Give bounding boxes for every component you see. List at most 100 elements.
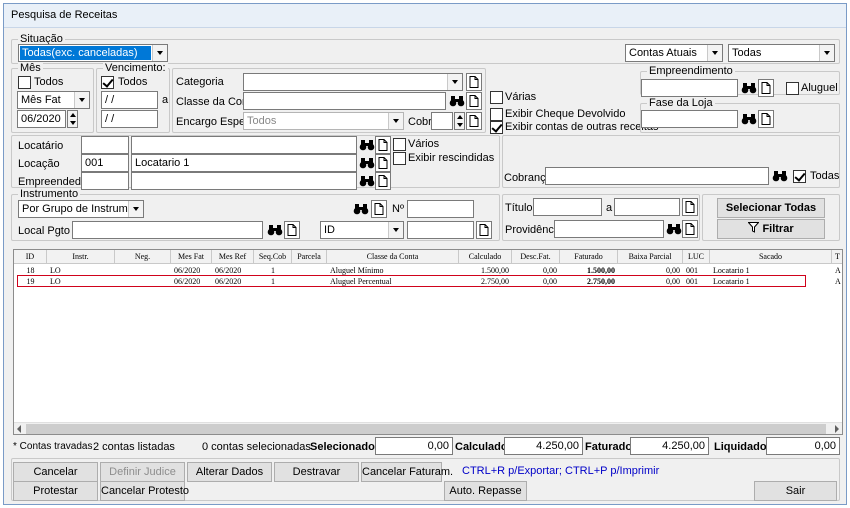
definir-judice-button[interactable]: Definir Judice	[100, 462, 185, 482]
id-select[interactable]: ID	[320, 221, 404, 239]
grid-header-cell[interactable]: Baixa Parcial	[618, 250, 683, 264]
mes-spinner[interactable]	[67, 110, 78, 128]
scroll-left-icon[interactable]	[17, 425, 21, 433]
binoculars-icon[interactable]	[266, 222, 284, 238]
outras-receitas-checkbox[interactable]	[490, 121, 503, 134]
empreendedor-new-button[interactable]	[375, 172, 391, 190]
vencimento-de-input[interactable]: / /	[101, 91, 158, 109]
grid-header-cell[interactable]: T	[832, 250, 842, 264]
fase-loja-input[interactable]	[641, 110, 738, 128]
grid-header-cell[interactable]: Seq.Cob	[254, 250, 292, 264]
cobr-input[interactable]	[431, 112, 453, 130]
categoria-select[interactable]	[243, 73, 463, 91]
rescindidas-checkbox[interactable]	[393, 152, 406, 165]
empreendimento-label: Empreendimento	[647, 65, 735, 77]
binoculars-icon[interactable]	[358, 155, 376, 171]
mes-tipo-select[interactable]: Mês Fat	[17, 91, 90, 109]
empreendedor-name-input[interactable]	[131, 172, 357, 190]
empreendimento-input[interactable]	[641, 79, 738, 97]
titulo-new-button[interactable]	[682, 198, 698, 216]
grid-header-cell[interactable]: Neg.	[115, 250, 171, 264]
cobranca-todas-checkbox[interactable]	[793, 170, 806, 183]
providencia-new-button[interactable]	[682, 220, 698, 238]
providencia-input[interactable]	[554, 220, 664, 238]
locatario-name-input[interactable]	[131, 136, 357, 154]
local-pgto-label: Local Pgto	[18, 225, 70, 237]
cheque-devolvido-checkbox[interactable]	[490, 108, 503, 121]
grid-header-cell[interactable]: Faturado	[560, 250, 618, 264]
grid-header-cell[interactable]: LUC	[683, 250, 710, 264]
cobr-spinner[interactable]	[454, 112, 465, 130]
binoculars-icon[interactable]	[448, 93, 466, 109]
selecionar-todas-button[interactable]: Selecionar Todas	[717, 198, 825, 218]
instrumento-select[interactable]: Por Grupo de Instrumento	[18, 200, 144, 218]
fase-loja-new-button[interactable]	[758, 110, 774, 128]
alterar-dados-button[interactable]: Alterar Dados	[187, 462, 272, 482]
encargo-select[interactable]: Todos	[243, 112, 404, 130]
auto-repasse-button[interactable]: Auto. Repasse	[444, 481, 527, 501]
filtrar-button[interactable]: Filtrar	[717, 219, 825, 239]
grid-header-cell[interactable]: Desc.Fat.	[512, 250, 560, 264]
titulo-label: Título	[505, 202, 533, 214]
protestar-button[interactable]: Protestar	[13, 481, 98, 501]
binoculars-icon[interactable]	[358, 173, 376, 189]
locacao-code-input[interactable]: 001	[81, 154, 129, 172]
locatario-new-button[interactable]	[375, 136, 391, 154]
grid-header-cell[interactable]: Mes Ref	[212, 250, 254, 264]
numero-input[interactable]	[407, 200, 474, 218]
calculado-label: Calculado	[455, 441, 508, 453]
destravar-button[interactable]: Destravar	[274, 462, 359, 482]
binoculars-icon[interactable]	[771, 168, 789, 184]
grid-header-cell[interactable]: Classe da Conta	[327, 250, 459, 264]
empreendedor-code-input[interactable]	[81, 172, 129, 190]
varias-checkbox[interactable]	[490, 91, 503, 104]
grid-header-cell[interactable]: Calculado	[459, 250, 512, 264]
id-new-button[interactable]	[476, 221, 492, 239]
cobr-new-button[interactable]	[466, 112, 482, 130]
rescindidas-label: Exibir rescindidas	[408, 152, 495, 164]
locacao-name-input[interactable]: Locatario 1	[131, 154, 357, 172]
scroll-thumb[interactable]	[26, 424, 826, 434]
scroll-right-icon[interactable]	[835, 425, 839, 433]
horizontal-scrollbar[interactable]	[14, 422, 842, 434]
varios-checkbox[interactable]	[393, 138, 406, 151]
sair-button[interactable]: Sair	[754, 481, 837, 501]
receitas-grid[interactable]: ID Instr. Neg. Mes Fat Mes Ref Seq.Cob Parcela…	[13, 249, 843, 435]
binoculars-icon[interactable]	[358, 137, 376, 153]
local-pgto-input[interactable]	[72, 221, 263, 239]
grid-header-cell[interactable]: Instr.	[47, 250, 115, 264]
chevron-down-icon	[74, 92, 89, 108]
vencimento-ate-input[interactable]: / /	[101, 110, 158, 128]
cancelar-button[interactable]: Cancelar	[13, 462, 98, 482]
cancelar-faturam-button[interactable]: Cancelar Faturam.	[361, 462, 453, 482]
cobranca-input[interactable]	[545, 167, 769, 185]
locatario-code-input[interactable]	[81, 136, 129, 154]
aluguel-checkbox[interactable]	[786, 82, 799, 95]
grid-header-cell[interactable]: Mes Fat	[171, 250, 212, 264]
grid-header-cell[interactable]: Sacado	[710, 250, 832, 264]
categoria-new-button[interactable]	[466, 73, 482, 91]
titulo-de-input[interactable]	[533, 198, 602, 216]
locacao-new-button[interactable]	[375, 154, 391, 172]
binoculars-icon[interactable]	[352, 201, 370, 217]
grid-header-cell[interactable]: Parcela	[292, 250, 327, 264]
mes-valor-input[interactable]: 06/2020	[17, 110, 66, 128]
classe-conta-new-button[interactable]	[466, 92, 482, 110]
cancelar-protesto-button[interactable]: Cancelar Protesto	[100, 481, 189, 501]
empreendimento-new-button[interactable]	[758, 79, 774, 97]
id-input[interactable]	[407, 221, 474, 239]
mes-todos-checkbox[interactable]	[18, 76, 31, 89]
local-pgto-new-button[interactable]	[284, 221, 300, 239]
binoculars-icon[interactable]	[665, 221, 683, 237]
todas-select[interactable]: Todas	[728, 44, 835, 62]
instrumento-new-button[interactable]	[371, 200, 387, 218]
titulo-ate-input[interactable]	[614, 198, 680, 216]
vencimento-todos-checkbox[interactable]	[101, 76, 114, 89]
situacao-select[interactable]: Todas(exc. canceladas)	[18, 44, 168, 62]
classe-conta-input[interactable]	[243, 92, 446, 110]
binoculars-icon[interactable]	[740, 80, 758, 96]
contas-atuais-select[interactable]: Contas Atuais	[625, 44, 723, 62]
document-icon	[761, 113, 771, 125]
binoculars-icon[interactable]	[740, 111, 758, 127]
grid-header-cell[interactable]: ID	[14, 250, 47, 264]
